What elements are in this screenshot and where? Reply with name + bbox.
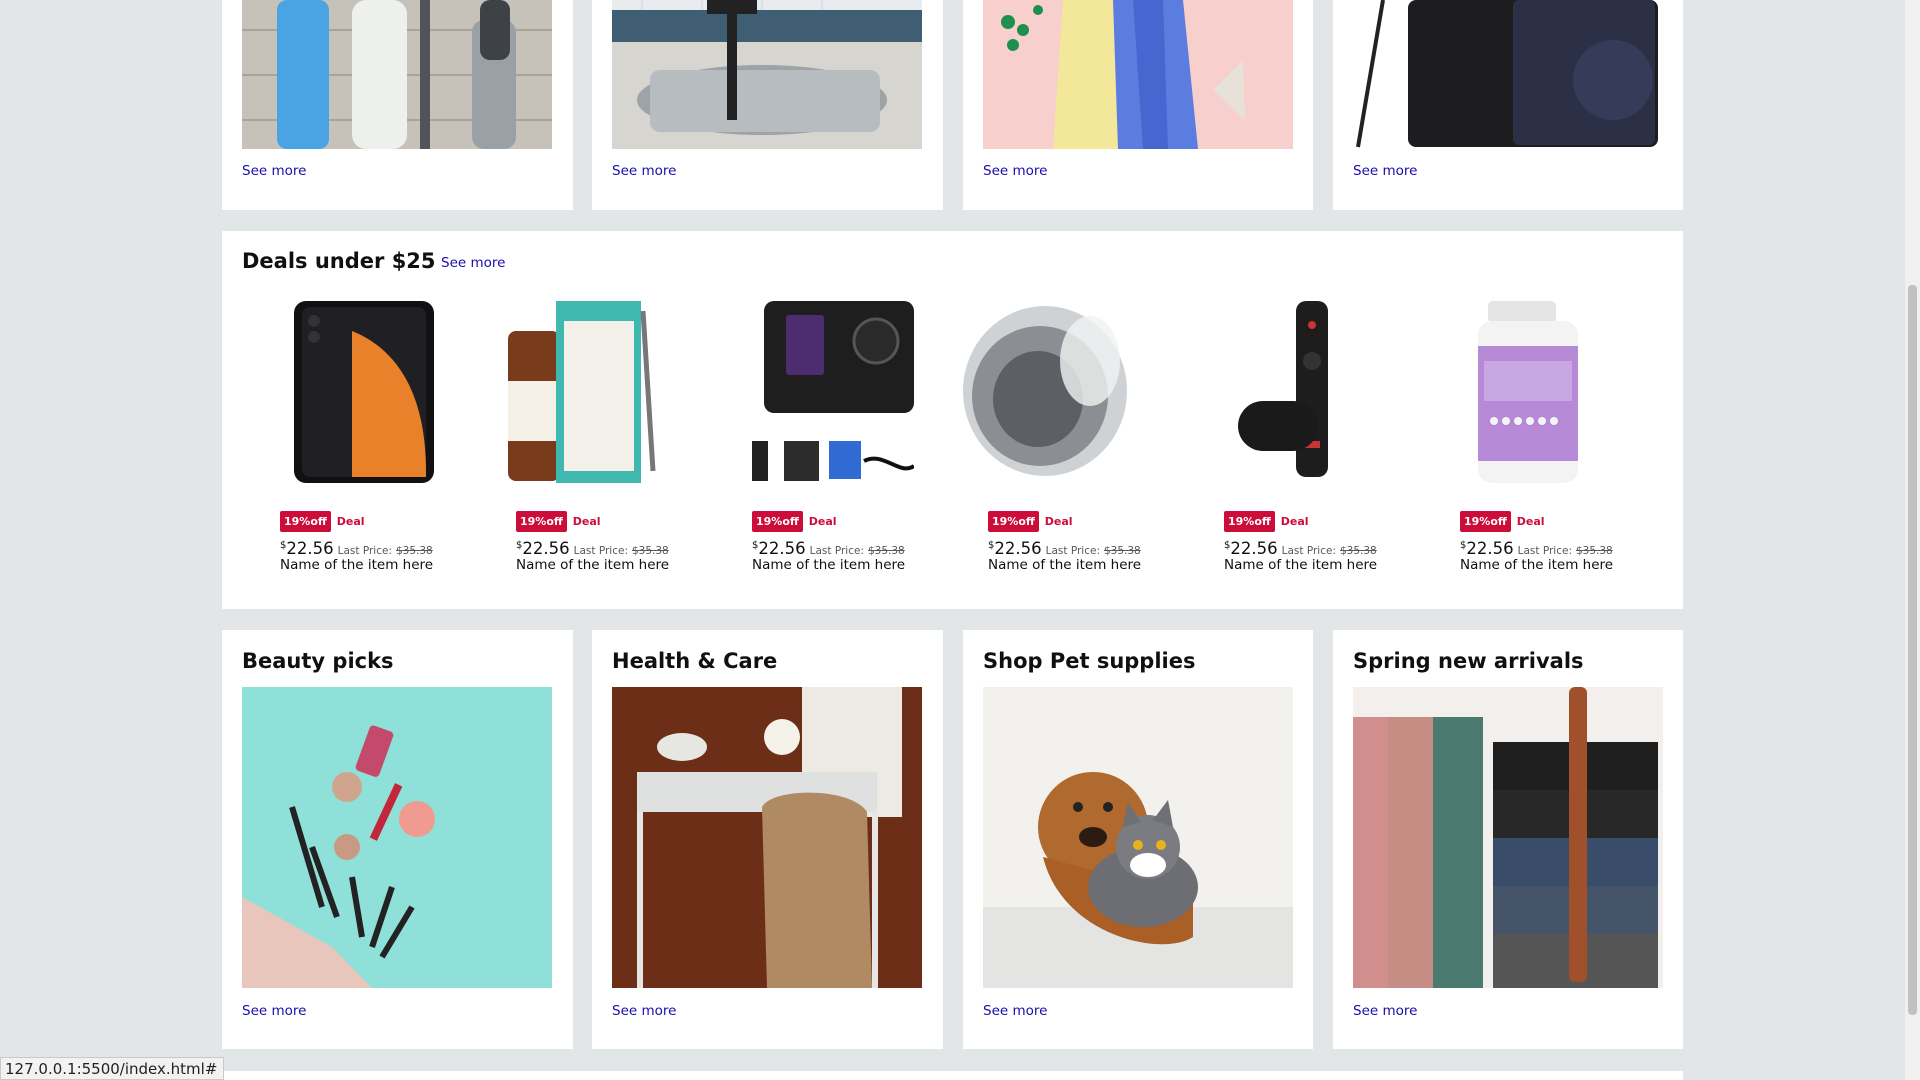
card-image-smartphone[interactable] [1353, 0, 1663, 149]
card-image-fashion[interactable] [983, 0, 1293, 149]
deal-image-phone [242, 301, 442, 491]
card-image-makeup[interactable] [242, 687, 552, 988]
deal-price: $ 22.56 Last Price: $35.38 [988, 539, 1141, 558]
item-name: Name of the item here [516, 557, 670, 573]
category-card-health: Health & Care See more [592, 630, 943, 1049]
card-image-dog-and-cat[interactable] [983, 687, 1293, 988]
link-status-bar: 127.0.0.1:5500/index.html# [0, 1057, 225, 1080]
discount-badge: 19%off [752, 511, 803, 532]
last-price-value: $35.38 [396, 545, 433, 557]
card-title: Shop Pet supplies [983, 649, 1196, 673]
deal-item[interactable]: 19%off Deal $ 22.56 Last Price: $35.38 N… [1422, 301, 1622, 601]
category-card-2: See more [592, 0, 943, 210]
last-price-value: $35.38 [868, 545, 905, 557]
card-title: Health & Care [612, 649, 778, 673]
deal-price: $ 22.56 Last Price: $35.38 [516, 539, 669, 558]
deals-section: Deals under $25 See more 19%off Deal $ 2… [222, 231, 1683, 609]
item-name: Name of the item here [1224, 557, 1378, 573]
see-more-link[interactable]: See more [242, 163, 306, 179]
discount-badge: 19%off [1460, 511, 1511, 532]
deal-image-streaming-remote [1186, 301, 1386, 491]
last-price-label: Last Price: [1045, 545, 1100, 557]
category-card-4: See more [1333, 0, 1683, 210]
see-more-link[interactable]: See more [1353, 1003, 1417, 1019]
last-price-label: Last Price: [1517, 545, 1572, 557]
price-value: 22.56 [522, 539, 570, 558]
category-card-beauty: Beauty picks See more [222, 630, 573, 1049]
card-image-toothbrush[interactable] [242, 0, 552, 149]
last-price-label: Last Price: [809, 545, 864, 557]
deal-price: $ 22.56 Last Price: $35.38 [1460, 539, 1613, 558]
next-section-card [222, 1071, 1683, 1080]
see-more-link[interactable]: See more [983, 1003, 1047, 1019]
see-more-link[interactable]: See more [242, 1003, 306, 1019]
price-value: 22.56 [286, 539, 334, 558]
deal-label: Deal [572, 515, 601, 528]
deal-badges: 19%off Deal [516, 511, 601, 532]
card-title: Beauty picks [242, 649, 394, 673]
deal-item[interactable]: 19%off Deal $ 22.56 Last Price: $35.38 N… [950, 301, 1150, 601]
last-price-value: $35.38 [632, 545, 669, 557]
item-name: Name of the item here [752, 557, 906, 573]
price-value: 22.56 [758, 539, 806, 558]
price-value: 22.56 [994, 539, 1042, 558]
deal-price: $ 22.56 Last Price: $35.38 [752, 539, 905, 558]
last-price-label: Last Price: [337, 545, 392, 557]
category-card-spring: Spring new arrivals See more [1333, 630, 1683, 1049]
last-price-label: Last Price: [573, 545, 628, 557]
deal-item[interactable]: 19%off Deal $ 22.56 Last Price: $35.38 N… [242, 301, 442, 601]
discount-badge: 19%off [280, 511, 331, 532]
last-price-value: $35.38 [1340, 545, 1377, 557]
deals-see-more-link[interactable]: See more [441, 255, 505, 271]
last-price-label: Last Price: [1281, 545, 1336, 557]
deal-label: Deal [1516, 515, 1545, 528]
deal-price: $ 22.56 Last Price: $35.38 [1224, 539, 1377, 558]
item-name: Name of the item here [280, 557, 434, 573]
price-value: 22.56 [1230, 539, 1278, 558]
see-more-link[interactable]: See more [1353, 163, 1417, 179]
deal-image-supplement-bottle [1422, 301, 1622, 491]
last-price-value: $35.38 [1576, 545, 1613, 557]
discount-badge: 19%off [988, 511, 1039, 532]
deal-badges: 19%off Deal [752, 511, 837, 532]
card-image-kitchen-sink[interactable] [612, 0, 922, 149]
page-scrollbar[interactable] [1905, 0, 1920, 1080]
discount-badge: 19%off [1224, 511, 1275, 532]
discount-badge: 19%off [516, 511, 567, 532]
deal-image-pulling-oil [478, 301, 678, 491]
card-image-desk-chair[interactable] [612, 687, 922, 988]
see-more-link[interactable]: See more [983, 163, 1047, 179]
deal-item[interactable]: 19%off Deal $ 22.56 Last Price: $35.38 N… [1186, 301, 1386, 601]
deal-price: $ 22.56 Last Price: $35.38 [280, 539, 433, 558]
category-card-3: See more [963, 0, 1313, 210]
deal-label: Deal [1044, 515, 1073, 528]
card-title: Spring new arrivals [1353, 649, 1584, 673]
item-name: Name of the item here [1460, 557, 1614, 573]
deal-item[interactable]: 19%off Deal $ 22.56 Last Price: $35.38 N… [478, 301, 678, 601]
deal-badges: 19%off Deal [1224, 511, 1309, 532]
category-card-1: See more [222, 0, 573, 210]
deal-item[interactable]: 19%off Deal $ 22.56 Last Price: $35.38 N… [714, 301, 916, 601]
deal-badges: 19%off Deal [280, 511, 365, 532]
price-value: 22.56 [1466, 539, 1514, 558]
category-card-pets: Shop Pet supplies See more [963, 630, 1313, 1049]
deal-label: Deal [336, 515, 365, 528]
item-name: Name of the item here [988, 557, 1142, 573]
card-image-hanger[interactable] [1353, 687, 1663, 988]
deal-image-socket [950, 301, 1150, 491]
last-price-value: $35.38 [1104, 545, 1141, 557]
deal-badges: 19%off Deal [1460, 511, 1545, 532]
deal-image-action-camera [714, 301, 916, 491]
see-more-link[interactable]: See more [612, 1003, 676, 1019]
deal-label: Deal [808, 515, 837, 528]
scrollbar-thumb[interactable] [1908, 285, 1917, 1015]
deals-title: Deals under $25 [242, 249, 436, 273]
deal-label: Deal [1280, 515, 1309, 528]
see-more-link[interactable]: See more [612, 163, 676, 179]
deal-badges: 19%off Deal [988, 511, 1073, 532]
